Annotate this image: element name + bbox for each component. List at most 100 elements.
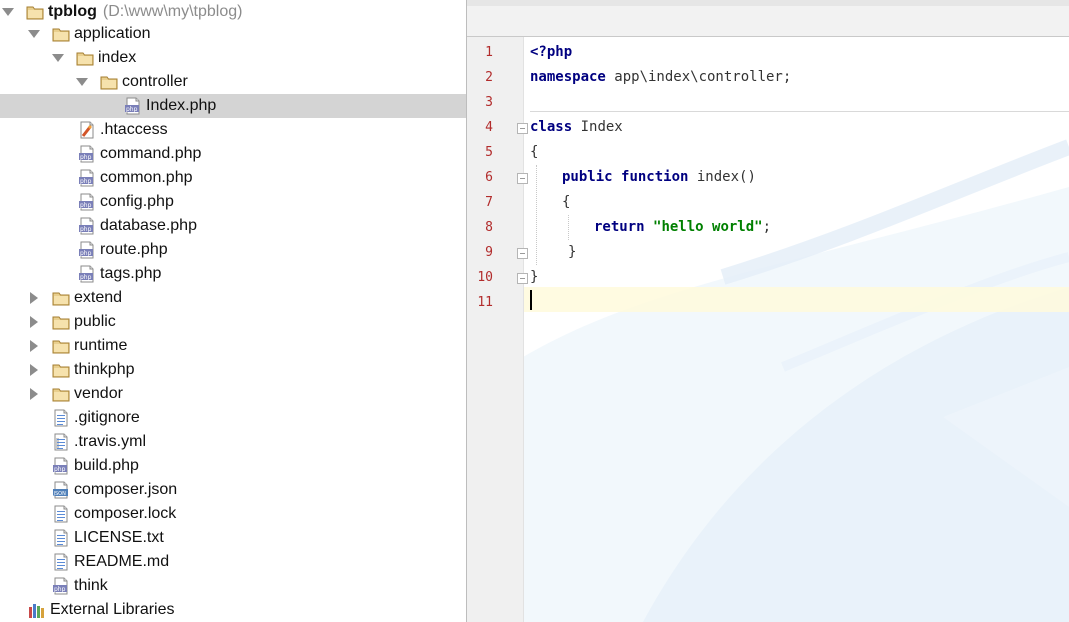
folder-icon [100,73,118,91]
text-file-icon [52,529,70,547]
tree-item-label: think [74,577,108,594]
tree-item-label: index [98,49,137,66]
tree-item-readme-md[interactable]: README.md [0,550,466,574]
code-token: <?php [530,44,573,60]
fold-marker-icon[interactable] [517,173,528,184]
code-token: public [562,169,613,185]
folder-icon [52,337,70,355]
tree-item-index[interactable]: index [0,46,466,70]
tree-item-index-php[interactable]: php Index.php [0,94,466,118]
text-caret [530,290,532,310]
text-file-icon [52,553,70,571]
yml-file-icon [52,433,70,451]
php-file-icon: php [78,169,96,187]
tree-item-label: .htaccess [100,121,168,138]
chevron-right-icon[interactable] [26,286,42,310]
chevron-right-icon[interactable] [26,334,42,358]
svg-text:php: php [80,226,92,233]
fold-marker-icon[interactable] [517,248,528,259]
code-token: return [594,219,645,235]
php-file-icon: php [78,217,96,235]
tree-item-label: .gitignore [74,409,140,426]
folder-icon [52,385,70,403]
tree-item-build-php[interactable]: php build.php [0,454,466,478]
text-file-icon [52,409,70,427]
tree-item-vendor[interactable]: vendor [0,382,466,406]
code-line-1: <?php [530,40,572,65]
code-editor[interactable]: 1 2 3 4 5 6 7 8 9 10 11 <?php namespace … [467,0,1069,622]
code-line-7: { [562,190,570,215]
tree-item-label: LICENSE.txt [74,529,164,546]
chevron-down-icon[interactable] [0,0,16,24]
chevron-right-icon[interactable] [26,382,42,406]
svg-text:php: php [80,154,92,161]
tree-item-travis-yml[interactable]: .travis.yml [0,430,466,454]
tree-item-command-php[interactable]: php command.php [0,142,466,166]
code-line-4: class Index [530,115,623,140]
tree-item-label: vendor [74,385,123,402]
line-number: 6 [485,170,493,185]
svg-text:php: php [80,250,92,257]
tree-item-label: public [74,313,116,330]
php-file-icon: php [78,241,96,259]
tree-item-common-php[interactable]: php common.php [0,166,466,190]
text-file-icon [52,505,70,523]
code-token: class [530,119,573,135]
chevron-right-icon[interactable] [26,358,42,382]
tree-item-label: application [74,25,151,42]
tree-item-think[interactable]: php think [0,574,466,598]
chevron-right-icon[interactable] [26,310,42,334]
php-file-icon: php [124,97,142,115]
svg-text:php: php [54,586,66,593]
php-file-icon: php [52,577,70,595]
chevron-down-icon[interactable] [74,70,90,94]
svg-text:php: php [80,202,92,209]
tree-item-thinkphp[interactable]: thinkphp [0,358,466,382]
svg-text:php: php [126,106,138,113]
line-number: 2 [485,70,493,85]
chevron-down-icon[interactable] [50,46,66,70]
tree-item-controller[interactable]: controller [0,70,466,94]
code-line-6: public function index() [562,165,756,190]
tree-item-application[interactable]: application [0,22,466,46]
library-icon [28,601,46,619]
php-file-icon: php [52,457,70,475]
code-line-10: } [530,265,538,290]
tree-item-external-libraries[interactable]: External Libraries [0,598,466,622]
code-line-8: return "hello world"; [594,215,771,240]
tree-item-htaccess[interactable]: .htaccess [0,118,466,142]
method-separator [530,111,1069,112]
chevron-down-icon[interactable] [26,22,42,46]
tree-root-label: tpblog [48,3,97,20]
fold-marker-icon[interactable] [517,123,528,134]
tree-item-label: build.php [74,457,139,474]
tree-root-path: (D:\www\my\tpblog) [102,3,243,20]
code-token: function [621,169,689,185]
tree-item-label: composer.lock [74,505,177,522]
tree-item-composer-lock[interactable]: composer.lock [0,502,466,526]
tree-item-extend[interactable]: extend [0,286,466,310]
code-token: app\index\controller; [605,69,792,85]
code-token: { [562,194,571,210]
tree-item-label: External Libraries [50,601,175,618]
svg-text:php: php [80,178,92,185]
tree-item-database-php[interactable]: php database.php [0,214,466,238]
code-token: Index [572,119,623,135]
tree-item-license-txt[interactable]: LICENSE.txt [0,526,466,550]
tree-item-route-php[interactable]: php route.php [0,238,466,262]
line-number: 10 [477,270,493,285]
tree-item-runtime[interactable]: runtime [0,334,466,358]
fold-marker-icon[interactable] [517,273,528,284]
tree-item-tags-php[interactable]: php tags.php [0,262,466,286]
tree-item-label: common.php [100,169,193,186]
tree-item-gitignore[interactable]: .gitignore [0,406,466,430]
code-token: namespace [530,69,606,85]
tree-root-tpblog[interactable]: tpblog (D:\www\my\tpblog) [0,0,466,24]
tree-item-config-php[interactable]: php config.php [0,190,466,214]
folder-icon [76,49,94,67]
tree-item-composer-json[interactable]: JSON composer.json [0,478,466,502]
indent-guide [568,215,569,240]
tree-item-public[interactable]: public [0,310,466,334]
tree-item-label: composer.json [74,481,178,498]
tree-item-label: controller [122,73,188,90]
